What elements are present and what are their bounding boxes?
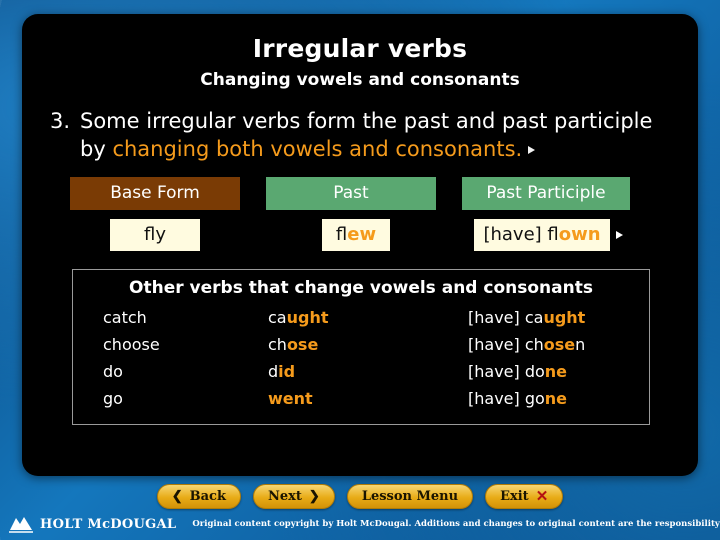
footer-copyright: Original content copyright by Holt McDou… [192, 519, 720, 529]
row-past-suffix: id [278, 362, 296, 382]
chevron-right-icon: ❯ [308, 488, 320, 504]
footer-brand: HOLT McDOUGAL [40, 516, 177, 532]
row-base: choose [103, 335, 160, 355]
next-button[interactable]: Next ❯ [252, 483, 335, 509]
example-past: flew [322, 219, 390, 252]
column-header-past-participle: Past Participle [462, 177, 630, 211]
row-pp-prefix: [have] ca [468, 308, 544, 328]
slide: Irregular verbs Changing vowels and cons… [22, 14, 698, 476]
other-verbs-panel: Other verbs that change vowels and conso… [72, 269, 650, 426]
row-pp-prefix: [have] go [468, 389, 545, 409]
row-past: went [268, 389, 468, 408]
example-pp-prefix: [have] fl [483, 224, 559, 246]
row-pp-suffix: ne [544, 362, 568, 382]
lesson-menu-button-label: Lesson Menu [361, 488, 459, 504]
row-pp-suffix: ne [544, 389, 568, 409]
row-pp-prefix: [have] do [468, 362, 545, 382]
row-pp-tail: n [575, 335, 586, 355]
row-pp-suffix: ught [543, 308, 586, 328]
row-past-prefix: ch [268, 335, 287, 355]
row-past: caught [268, 308, 468, 327]
row-pp: [have] done [468, 362, 618, 381]
bullet-number: 3. [50, 109, 71, 133]
exit-button-label: Exit [500, 488, 529, 504]
table-row: choose chose [have] chosen [73, 331, 649, 358]
row-pp: [have] chosen [468, 335, 618, 354]
row-pp: [have] gone [468, 389, 618, 408]
table-row: go went [have] gone [73, 385, 649, 412]
example-past-suffix: ew [347, 224, 377, 246]
triangle-marker-icon [528, 145, 536, 154]
holt-mcdougal-logo-icon [8, 514, 34, 534]
column-header-base-form: Base Form [70, 177, 240, 211]
exit-button[interactable]: Exit ✕ [485, 483, 564, 509]
table-row: catch caught [have] caught [73, 304, 649, 331]
row-base: do [103, 362, 123, 382]
next-button-label: Next [267, 488, 302, 504]
row-pp-prefix: [have] ch [468, 335, 544, 355]
example-past-participle: [have] flown [474, 219, 610, 252]
row-base: catch [103, 308, 147, 328]
row-past-suffix: went [268, 389, 313, 409]
other-verbs-title: Other verbs that change vowels and conso… [129, 278, 593, 299]
example-base-form: fly [110, 219, 200, 252]
chevron-left-icon: ❮ [171, 488, 183, 504]
row-past: chose [268, 335, 468, 354]
triangle-marker-2-icon [616, 231, 623, 240]
lesson-menu-button[interactable]: Lesson Menu [346, 483, 474, 509]
page-title: Irregular verbs [252, 34, 468, 63]
bullet-text: Some irregular verbs form the past and p… [80, 108, 670, 163]
row-pp: [have] caught [468, 308, 618, 327]
page-subtitle: Changing vowels and consonants [200, 70, 520, 90]
row-past-suffix: ose [286, 335, 319, 355]
footer: HOLT McDOUGAL Original content copyright… [0, 508, 720, 540]
back-button[interactable]: ❮ Back [156, 483, 241, 509]
bullet-block: 3. Some irregular verbs form the past an… [50, 108, 670, 163]
row-past-prefix: d [268, 362, 279, 382]
column-header-past: Past [266, 177, 436, 211]
row-pp-suffix: ose [543, 335, 576, 355]
bullet-text-highlight: changing both vowels and consonants. [112, 136, 523, 161]
row-past-suffix: ught [286, 308, 329, 328]
example-pp-suffix: own [558, 224, 601, 246]
example-row: fly flew [have] flown [70, 219, 670, 252]
row-past: did [268, 362, 468, 381]
row-base: go [103, 389, 123, 409]
example-past-prefix: fl [335, 224, 348, 246]
row-past-prefix: ca [268, 308, 287, 328]
back-button-label: Back [189, 488, 226, 504]
column-headers: Base Form Past Past Participle [70, 177, 670, 211]
table-row: do did [have] done [73, 358, 649, 385]
close-icon: ✕ [535, 487, 549, 505]
